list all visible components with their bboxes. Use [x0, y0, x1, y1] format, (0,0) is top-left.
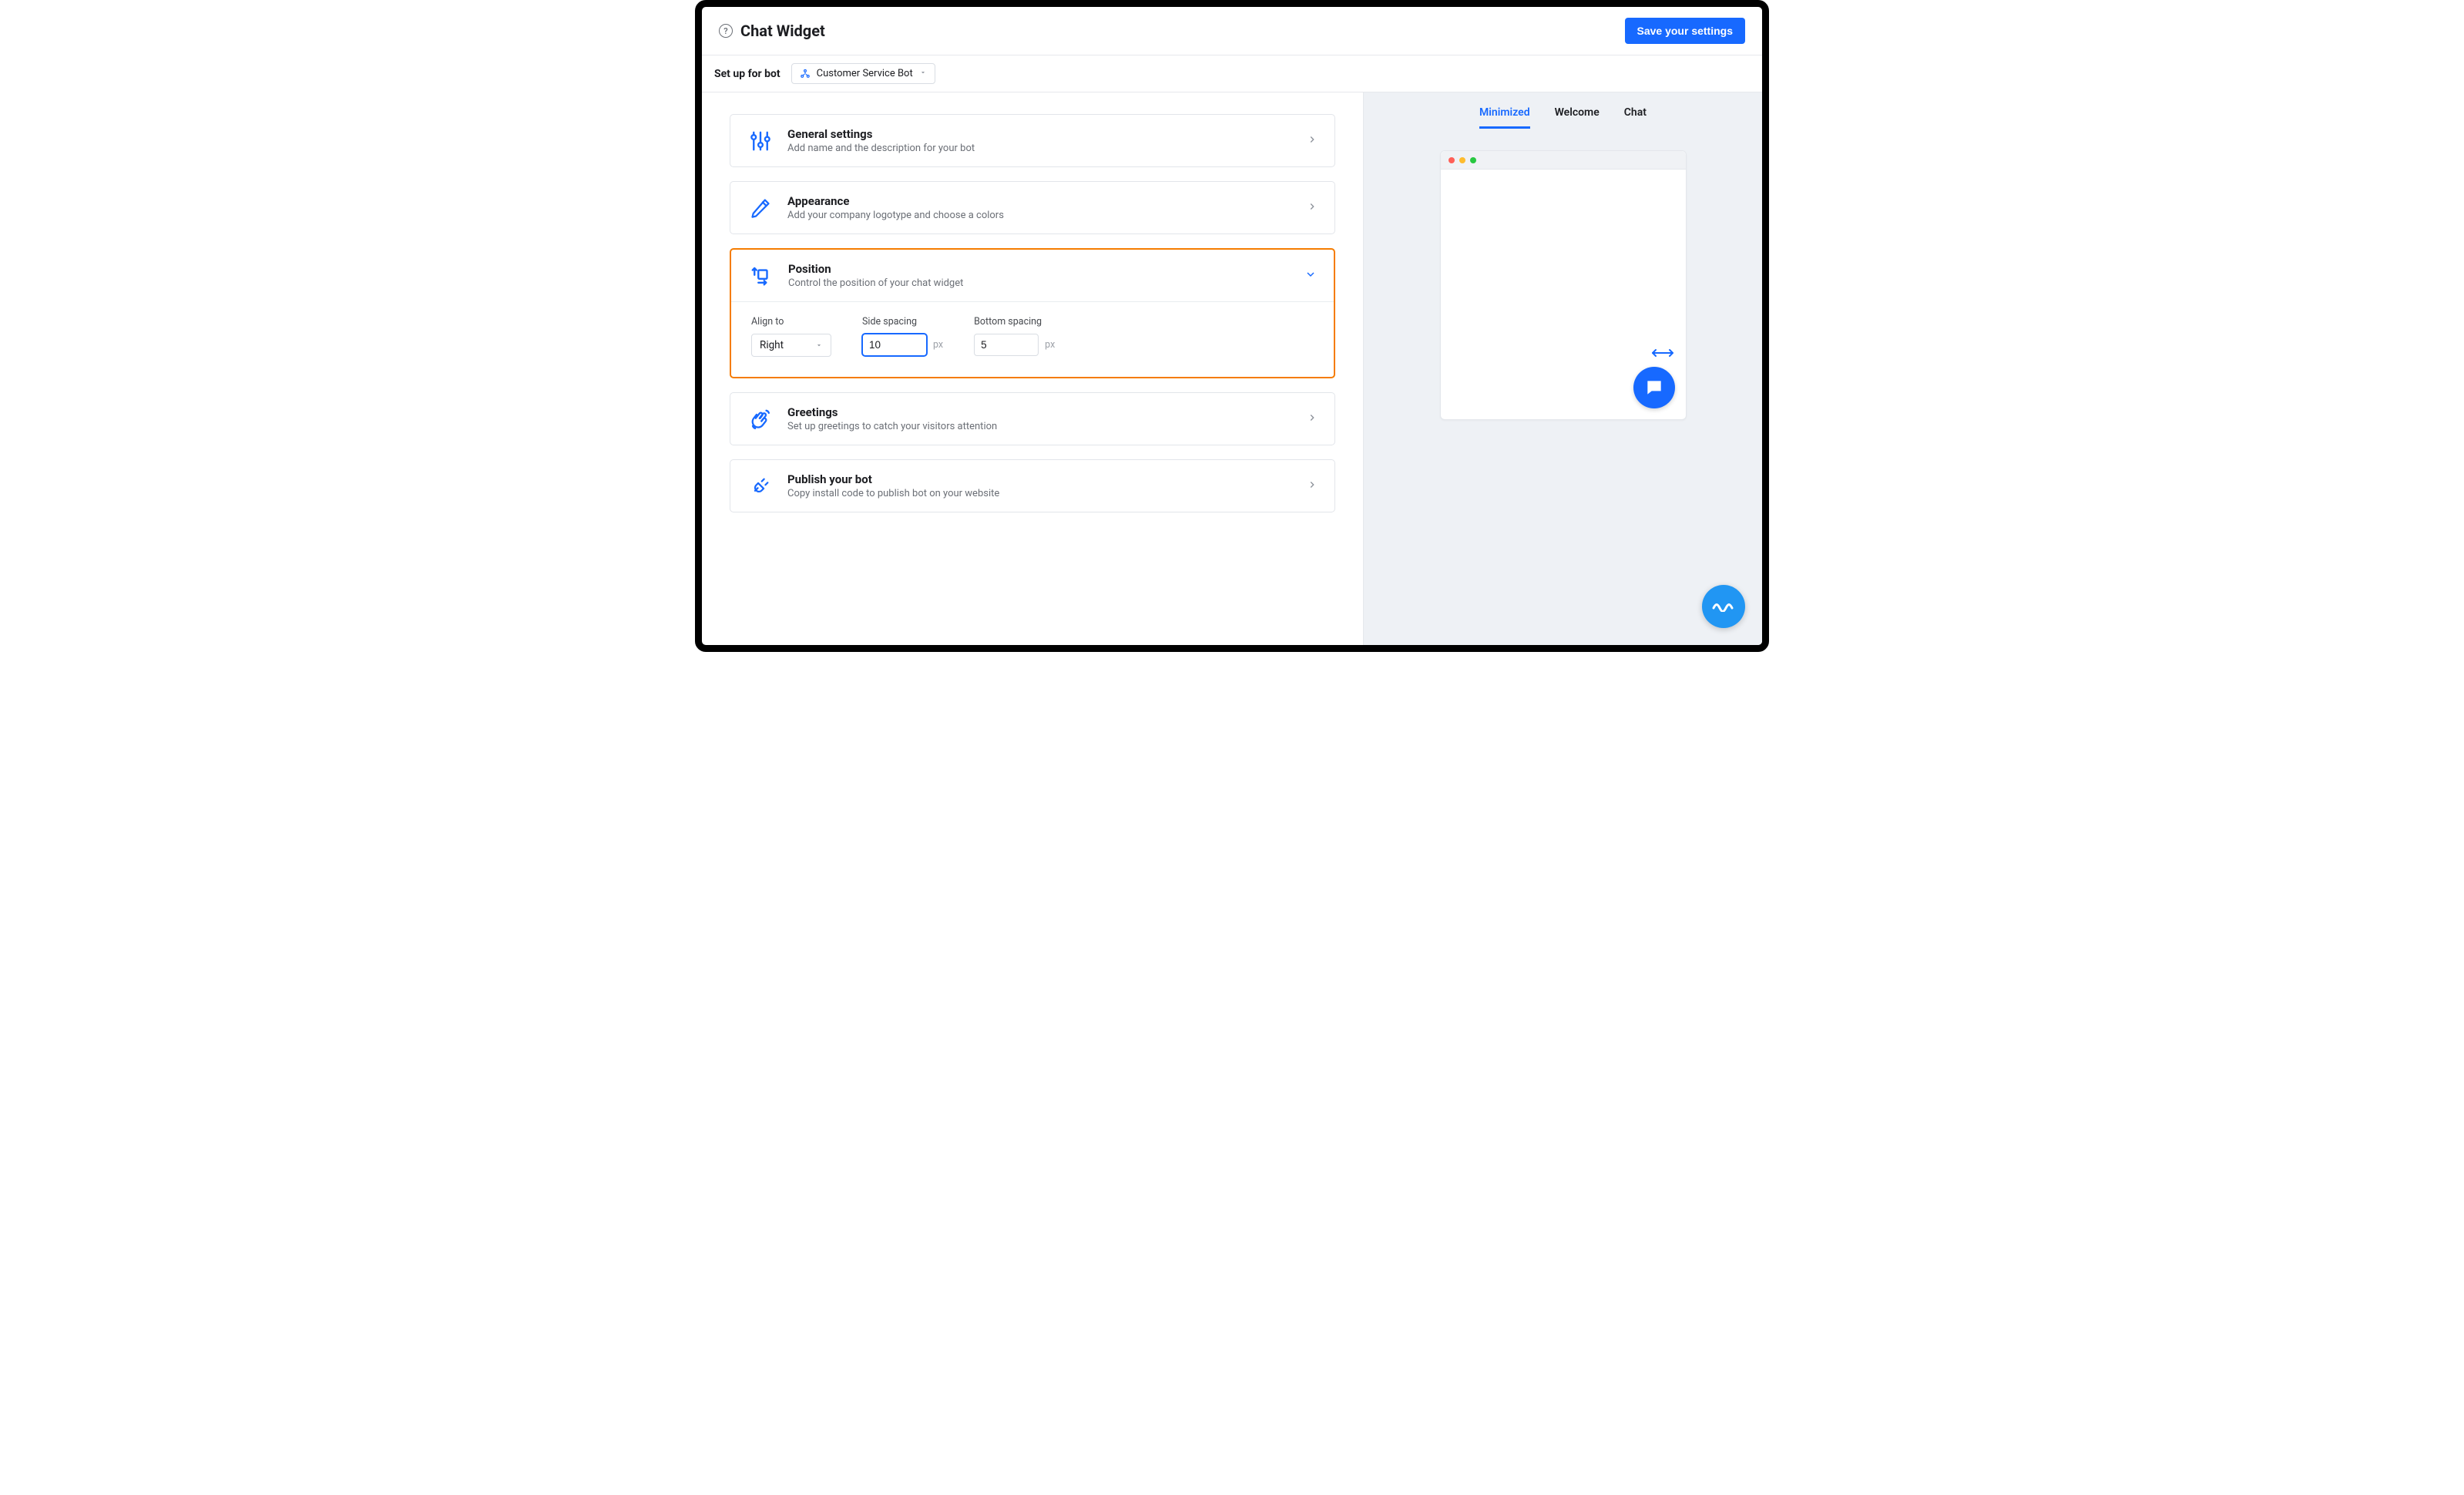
horizontal-arrow-icon — [1650, 347, 1675, 362]
page-header: ? Chat Widget Save your settings — [702, 7, 1762, 55]
align-to-value: Right — [760, 339, 784, 351]
section-title: Greetings — [787, 405, 1307, 419]
chat-launcher-button[interactable] — [1633, 367, 1675, 408]
section-subtitle: Copy install code to publish bot on your… — [787, 488, 1307, 499]
chevron-right-icon — [1307, 200, 1318, 215]
bot-selector-value: Customer Service Bot — [817, 68, 913, 79]
position-icon — [748, 263, 774, 289]
chevron-down-icon — [1304, 268, 1317, 284]
save-settings-button[interactable]: Save your settings — [1625, 18, 1746, 44]
chevron-right-icon — [1307, 479, 1318, 493]
preview-window — [1440, 150, 1687, 420]
tab-chat[interactable]: Chat — [1624, 106, 1647, 129]
chevron-right-icon — [1307, 133, 1318, 148]
traffic-light-red-icon — [1449, 157, 1455, 163]
bot-selector[interactable]: Customer Service Bot — [791, 63, 935, 84]
traffic-light-yellow-icon — [1459, 157, 1465, 163]
section-appearance[interactable]: Appearance Add your company logotype and… — [730, 181, 1335, 234]
wave-icon — [747, 406, 774, 432]
align-to-select[interactable]: Right — [751, 334, 831, 357]
chat-bubble-icon — [1644, 378, 1664, 398]
caret-down-icon — [815, 341, 823, 349]
traffic-light-green-icon — [1470, 157, 1476, 163]
section-position-header[interactable]: Position Control the position of your ch… — [731, 250, 1334, 301]
page-title: Chat Widget — [740, 22, 825, 40]
section-title: Publish your bot — [787, 472, 1307, 486]
side-spacing-input[interactable] — [862, 334, 927, 356]
tab-welcome[interactable]: Welcome — [1555, 106, 1600, 129]
bottom-spacing-input[interactable] — [974, 334, 1039, 356]
section-subtitle: Set up greetings to catch your visitors … — [787, 421, 1307, 432]
section-subtitle: Add name and the description for your bo… — [787, 143, 1307, 154]
brand-bubble-button[interactable] — [1702, 585, 1745, 628]
section-title: Appearance — [787, 194, 1307, 208]
bottom-spacing-label: Bottom spacing — [974, 316, 1055, 328]
position-form: Align to Right Side spacing px — [731, 301, 1334, 377]
section-publish[interactable]: Publish your bot Copy install code to pu… — [730, 459, 1335, 512]
unit-label: px — [933, 339, 943, 351]
section-greetings[interactable]: Greetings Set up greetings to catch your… — [730, 392, 1335, 445]
plug-icon — [747, 473, 774, 499]
side-spacing-label: Side spacing — [862, 316, 943, 328]
sliders-icon — [747, 128, 774, 154]
wave-line-icon — [1712, 601, 1735, 612]
pencil-icon — [747, 195, 774, 221]
chevron-right-icon — [1307, 412, 1318, 426]
preview-column: Minimized Welcome Chat — [1363, 92, 1762, 645]
section-subtitle: Control the position of your chat widget — [788, 277, 1304, 289]
setup-for-bot-label: Set up for bot — [714, 68, 780, 80]
preview-titlebar — [1441, 151, 1686, 170]
section-position: Position Control the position of your ch… — [730, 248, 1335, 378]
caret-down-icon — [919, 68, 927, 79]
section-general-settings[interactable]: General settings Add name and the descri… — [730, 114, 1335, 167]
section-title: General settings — [787, 127, 1307, 141]
bot-icon — [800, 69, 811, 79]
help-icon[interactable]: ? — [719, 24, 733, 38]
unit-label: px — [1045, 339, 1055, 351]
settings-column: General settings Add name and the descri… — [702, 92, 1363, 645]
tab-minimized[interactable]: Minimized — [1479, 106, 1530, 129]
align-to-label: Align to — [751, 316, 831, 328]
section-title: Position — [788, 262, 1304, 276]
preview-tabs: Minimized Welcome Chat — [1479, 92, 1647, 129]
subheader: Set up for bot Customer Service Bot — [702, 55, 1762, 92]
section-subtitle: Add your company logotype and choose a c… — [787, 210, 1307, 221]
